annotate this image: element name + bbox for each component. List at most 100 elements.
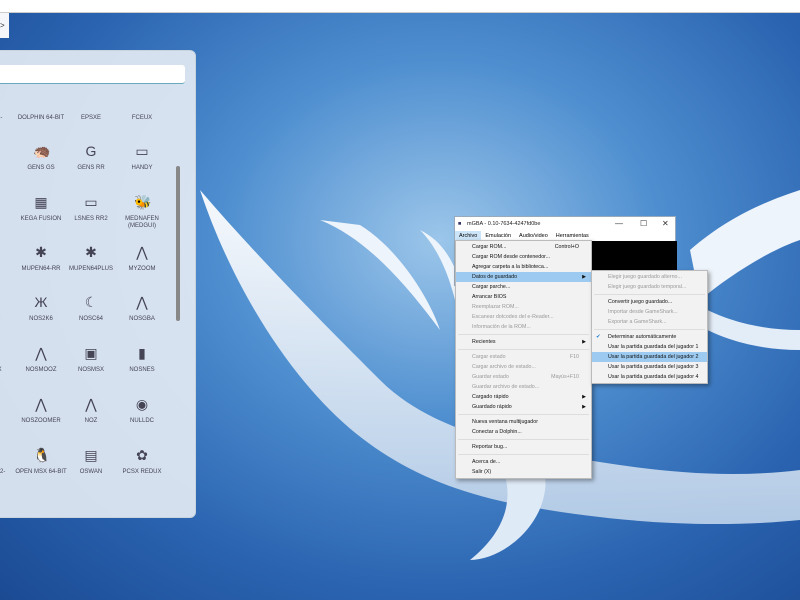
close-button[interactable]: ✕ xyxy=(662,217,669,231)
scrollbar[interactable] xyxy=(176,166,180,321)
menu-item-label: Convertir juego guardado... xyxy=(608,299,673,305)
menu-item-label: Cargar parche... xyxy=(472,284,511,290)
app-icon: ⋀ xyxy=(136,294,148,310)
app-label: DOLPHIN 64-BIT xyxy=(17,115,65,121)
menu-item[interactable]: Datos de guardado ▶ xyxy=(456,272,591,282)
menu-separator xyxy=(458,439,589,440)
menu-item[interactable]: Reemplazar ROM... xyxy=(456,302,591,312)
menu-item-label: Usar la partida guardada del jugador 2 xyxy=(608,354,699,360)
shortcut-label: F10 xyxy=(569,354,579,360)
app-icon: ⋀ xyxy=(35,396,47,412)
app-icon: G xyxy=(85,143,97,159)
maximize-button[interactable]: ☐ xyxy=(640,217,647,231)
menu-item-label: Datos de guardado xyxy=(472,274,518,280)
menu-item[interactable]: Cargar ROM... Control+O xyxy=(456,242,591,252)
app-label: GENS GS xyxy=(27,165,55,171)
app-icon: ⋀ xyxy=(85,396,97,412)
app-icon xyxy=(0,143,6,159)
app-label: 32- xyxy=(0,115,3,121)
app-tile[interactable]: ▭ HANDY xyxy=(112,143,172,172)
menu-item[interactable]: Importar desde GameShark... xyxy=(592,307,707,317)
menu-item[interactable]: Agregar carpeta a la biblioteca... xyxy=(456,262,591,272)
menu-item-label: Cargar archivo de estado... xyxy=(472,364,536,370)
emulator-launcher-panel: 32-DOLPHIN 64-BITEPSXEFCEUXT🦔GENS GSGGEN… xyxy=(0,50,196,518)
menu-item-label: Reportar bug... xyxy=(472,444,508,450)
menu-item[interactable]: Usar la partida guardada del jugador 4 xyxy=(592,372,707,382)
menu-item[interactable]: Reportar bug... xyxy=(456,442,591,452)
app-label: NOSNES xyxy=(129,367,155,373)
app-tile[interactable]: ✿ PCSX REDUX xyxy=(112,447,172,476)
menu-item[interactable]: Convertir juego guardado... xyxy=(592,297,707,307)
shortcut-label: Mayús+F10 xyxy=(551,374,579,380)
menu-item[interactable]: Usar la partida guardada del jugador 3 xyxy=(592,362,707,372)
menu-item[interactable]: Usar la partida guardada del jugador 1 xyxy=(592,342,707,352)
expand-button[interactable]: > xyxy=(0,13,9,38)
menu-item[interactable]: Guardar estado Mayús+F10 xyxy=(456,372,591,382)
app-icon xyxy=(0,396,6,412)
menu-item[interactable]: Salir (X) xyxy=(456,467,591,477)
search-input[interactable] xyxy=(0,65,185,84)
menu-item[interactable]: Información de la ROM... xyxy=(456,322,591,332)
menu-item[interactable]: Elegir juego guardado alterno... xyxy=(592,272,707,282)
app-icon: ⋀ xyxy=(136,244,148,260)
menu-item[interactable]: Recientes ▶ xyxy=(456,337,591,347)
app-tile[interactable]: ◉ NULLDC xyxy=(112,396,172,425)
menu-item-label: Elegir juego guardado temporal... xyxy=(608,284,687,290)
menu-item-label: Usar la partida guardada del jugador 4 xyxy=(608,374,699,380)
app-label: NOSMOOZ xyxy=(25,367,57,373)
app-label: GENS RR xyxy=(77,165,105,171)
app-icon: 🐧 xyxy=(33,447,51,463)
menu-item[interactable]: Cargar archivo de estado... xyxy=(456,362,591,372)
menu-item[interactable]: Cargar parche... xyxy=(456,282,591,292)
menu-item[interactable]: Acerca de... xyxy=(456,457,591,467)
menu-item-label: Salir (X) xyxy=(472,469,492,475)
menu-item[interactable]: ✔ Determinar automáticamente xyxy=(592,332,707,342)
shortcut-label: Control+O xyxy=(554,244,579,250)
app-label: NOSC64 xyxy=(78,316,103,322)
app-label: MEDNAFEN (MEDGUI) xyxy=(125,216,159,229)
menu-item-label: Cargar estado xyxy=(472,354,506,360)
app-icon xyxy=(0,194,6,210)
app-icon xyxy=(0,244,6,260)
menu-item[interactable]: Usar la partida guardada del jugador 2 xyxy=(592,352,707,362)
menu-item-label: Usar la partida guardada del jugador 3 xyxy=(608,364,699,370)
app-tile[interactable]: 🐝 MEDNAFEN (MEDGUI) xyxy=(112,194,172,230)
app-icon: ☾ xyxy=(84,294,98,310)
menu-item[interactable]: Cargar estado F10 xyxy=(456,352,591,362)
menu-item-label: Conectar a Dolphin... xyxy=(472,429,522,435)
menu-item[interactable]: Escanear dotcodes del e-Reader... xyxy=(456,312,591,322)
app-icon: ▭ xyxy=(135,143,149,159)
app-icon xyxy=(33,93,49,109)
menu-item-label: Nueva ventana multijugador xyxy=(472,419,538,425)
submenu-arrow-icon: ▶ xyxy=(582,404,586,410)
menu-item[interactable]: Elegir juego guardado temporal... xyxy=(592,282,707,292)
archivo-menu: Cargar ROM... Control+O Cargar ROM desde c… xyxy=(455,240,592,479)
app-tile[interactable]: ⋀ NOSGBA xyxy=(112,294,172,323)
menu-item[interactable]: Guardado rápido ▶ xyxy=(456,402,591,412)
menu-item[interactable]: Conectar a Dolphin... xyxy=(456,427,591,437)
app-label: NOSMSX xyxy=(77,367,104,373)
menu-item-label: Arrancar BIOS xyxy=(472,294,507,300)
minimize-button[interactable]: — xyxy=(615,217,623,231)
app-label: HANDY xyxy=(131,165,153,171)
menu-item[interactable]: Guardar archivo de estado... xyxy=(456,382,591,392)
menu-item-label: Guardar estado xyxy=(472,374,509,380)
mgba-logo-icon: ■ xyxy=(458,221,462,227)
menu-item[interactable]: Exportar a GameShark... xyxy=(592,317,707,327)
app-label: MUPEN64-RR xyxy=(21,266,61,272)
app-tile[interactable]: ▮ NOSNES xyxy=(112,345,172,374)
menu-item[interactable]: Cargado rápido ▶ xyxy=(456,392,591,402)
app-label: NULLDC xyxy=(129,418,154,424)
menu-item[interactable]: Arrancar BIOS xyxy=(456,292,591,302)
app-tile[interactable]: FCEUX xyxy=(112,93,172,122)
app-icon xyxy=(0,345,6,361)
submenu-arrow-icon: ▶ xyxy=(582,394,586,400)
app-icon xyxy=(0,447,6,463)
menu-item[interactable]: Cargar ROM desde contenedor... xyxy=(456,252,591,262)
menu-item[interactable]: Nueva ventana multijugador xyxy=(456,417,591,427)
app-icon: ▦ xyxy=(34,194,48,210)
app-label: KEGA FUSION xyxy=(20,216,62,222)
app-icon: ▮ xyxy=(138,345,146,361)
app-tile[interactable]: ⋀ MYZOOM xyxy=(112,244,172,273)
app-icon: Ж xyxy=(34,294,48,310)
